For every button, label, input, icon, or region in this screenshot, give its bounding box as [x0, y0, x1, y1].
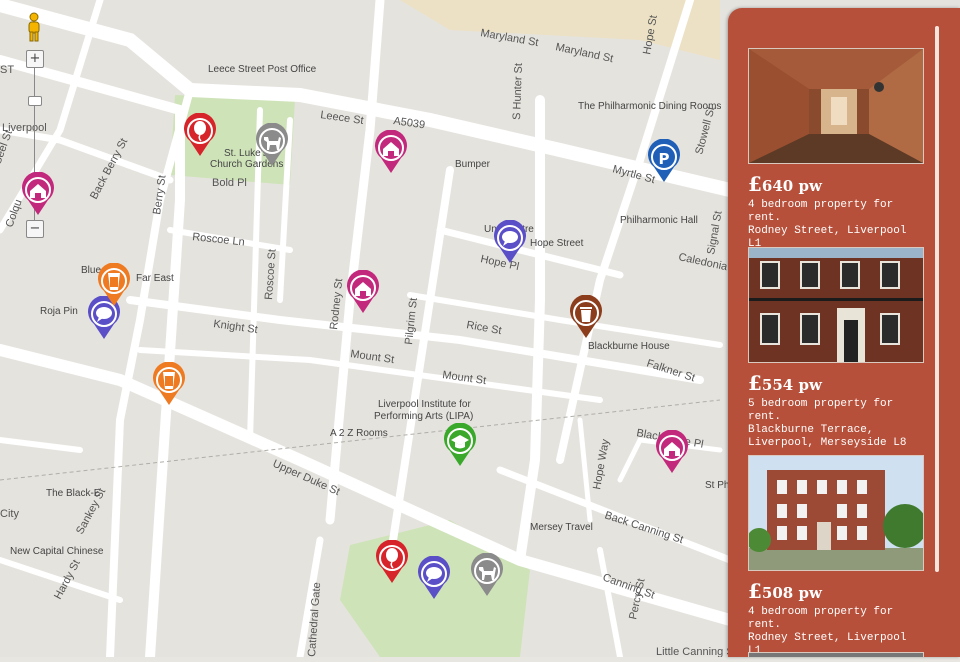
home-marker-icon[interactable] — [654, 430, 690, 474]
balloon-marker-icon[interactable] — [182, 113, 218, 157]
listing-photo-red-brick-house[interactable] — [748, 455, 924, 571]
listing-price: £508 pw — [748, 579, 822, 603]
drink-marker-icon[interactable] — [96, 263, 132, 307]
bin-marker-icon[interactable] — [568, 295, 604, 339]
chat-marker-icon[interactable] — [416, 556, 452, 600]
property-listings-panel: £640 pw 4 bedroom property for rent. Rod… — [728, 8, 960, 657]
home-marker-icon[interactable] — [373, 130, 409, 174]
chat-marker-icon[interactable] — [492, 220, 528, 264]
zoom-slider-handle[interactable] — [28, 96, 42, 106]
dog-marker-icon[interactable] — [469, 553, 505, 597]
listing-card-1[interactable]: £640 pw 4 bedroom property for rent. Rod… — [748, 48, 924, 251]
balloon-marker-icon[interactable] — [374, 540, 410, 584]
listing-photo-brick-corridor[interactable] — [748, 48, 924, 164]
school-marker-icon[interactable] — [442, 423, 478, 467]
street-view-pegman-icon[interactable] — [25, 12, 43, 42]
listing-description: 5 bedroom property for rent. Blackburne … — [748, 398, 907, 449]
listing-card-3[interactable]: £508 pw 4 bedroom property for rent. Rod… — [748, 455, 924, 657]
listing-price: £554 pw — [748, 371, 822, 395]
dog-marker-icon[interactable] — [254, 123, 290, 167]
listing-description: 4 bedroom property for rent. Rodney Stre… — [748, 199, 907, 250]
listing-photo-georgian-terrace[interactable] — [748, 247, 924, 363]
listing-description: 4 bedroom property for rent. Rodney Stre… — [748, 606, 907, 657]
home-marker-icon[interactable] — [345, 270, 381, 314]
drink-marker-icon[interactable] — [151, 362, 187, 406]
panel-scrollbar[interactable] — [935, 26, 939, 572]
listing-price: £640 pw — [748, 172, 822, 196]
home-marker-icon[interactable] — [20, 172, 56, 216]
listing-card-2[interactable]: £554 pw 5 bedroom property for rent. Bla… — [748, 247, 924, 450]
zoom-in-button[interactable]: + — [26, 50, 44, 68]
parking-marker-icon[interactable]: P — [646, 139, 682, 183]
svg-text:P: P — [659, 150, 670, 168]
zoom-out-button[interactable]: − — [26, 220, 44, 238]
listing-card-4-partial[interactable] — [748, 652, 924, 657]
